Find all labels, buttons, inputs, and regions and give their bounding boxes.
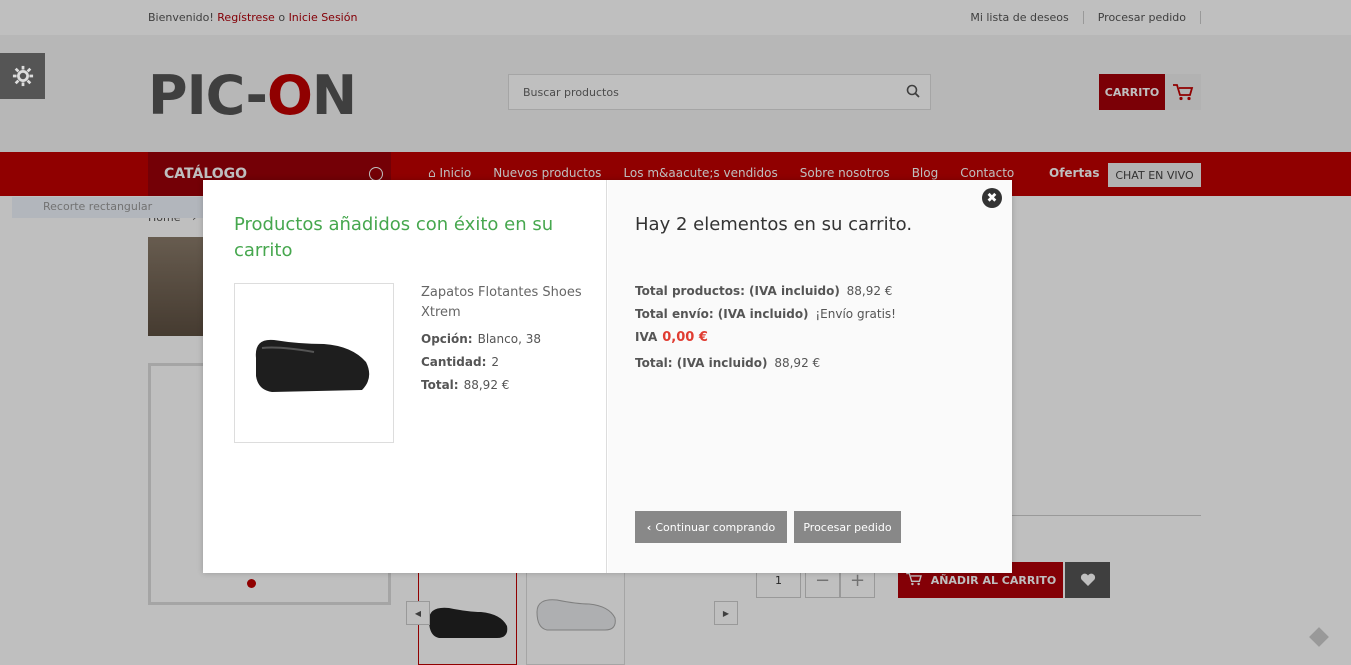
continue-shopping-button[interactable]: ‹ Continuar comprando bbox=[635, 511, 787, 543]
process-order-button[interactable]: Procesar pedido bbox=[794, 511, 901, 543]
modal-left-pane: Productos añadidos con éxito en su carri… bbox=[203, 180, 607, 573]
shipping-total: Total envío: (IVA incluido) ¡Envío grati… bbox=[635, 307, 896, 321]
products-total: Total productos: (IVA incluido) 88,92 € bbox=[635, 284, 893, 298]
modal-success-title: Productos añadidos con éxito en su carri… bbox=[234, 214, 554, 261]
modal-line-total: Total: 88,92 € bbox=[421, 378, 510, 392]
grand-total: Total: (IVA incluido) 88,92 € bbox=[635, 356, 821, 370]
modal-right-pane: Hay 2 elementos en su carrito. Total pro… bbox=[608, 180, 1012, 573]
modal-quantity: Cantidad: 2 bbox=[421, 355, 500, 369]
close-icon[interactable]: ✖ bbox=[982, 188, 1002, 208]
tax-total: IVA 0,00 € bbox=[635, 330, 708, 345]
cart-count-text: Hay 2 elementos en su carrito. bbox=[635, 214, 913, 235]
modal-product-image bbox=[234, 283, 394, 443]
modal-option: Opción: Blanco, 38 bbox=[421, 332, 541, 346]
settings-gear-icon[interactable] bbox=[0, 53, 45, 99]
chevron-left-icon: ‹ bbox=[646, 520, 652, 534]
cart-added-modal: Productos añadidos con éxito en su carri… bbox=[203, 180, 1012, 573]
modal-product-name: Zapatos Flotantes Shoes Xtrem bbox=[421, 285, 582, 320]
